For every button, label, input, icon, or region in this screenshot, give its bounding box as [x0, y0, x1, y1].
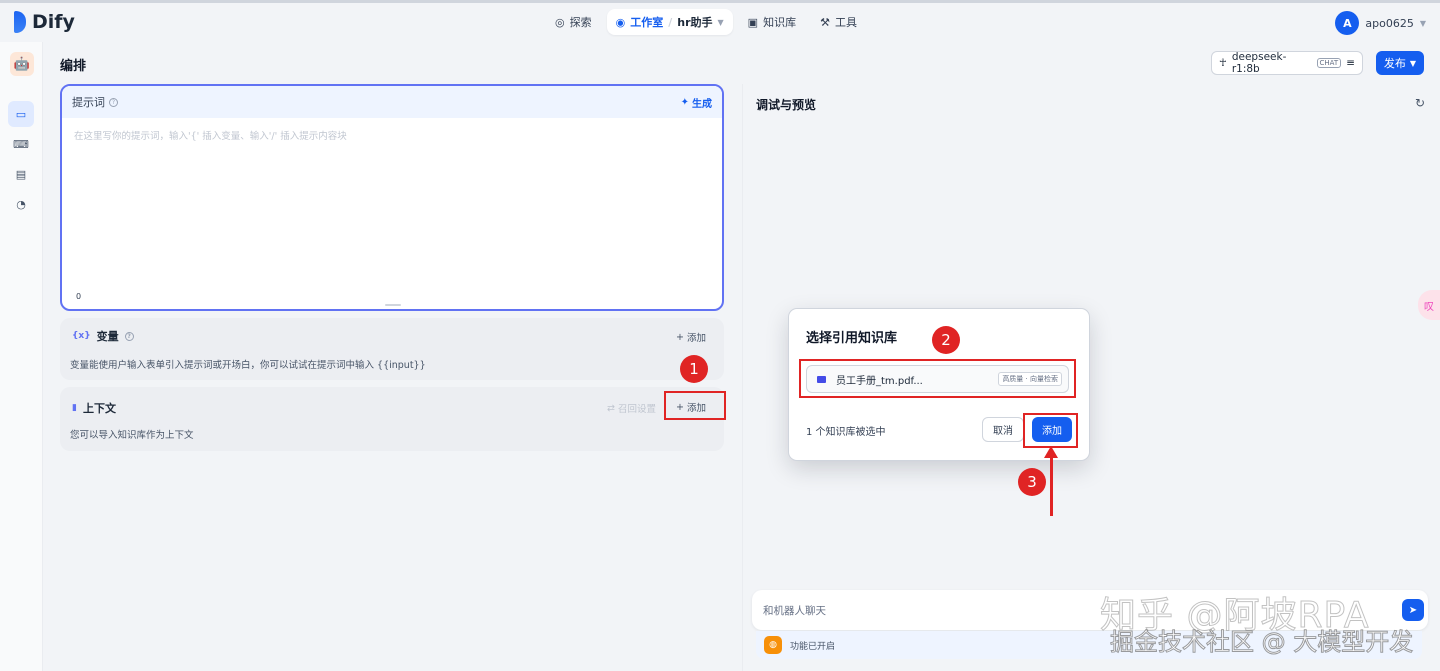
prompt-placeholder[interactable]: 在这里写你的提示词，输入'{' 插入变量、输入'/' 插入提示内容块 — [74, 128, 347, 142]
compass-icon: ◎ — [555, 15, 565, 29]
page-title: 编排 — [60, 59, 87, 74]
recall-settings-label: 召回设置 — [617, 404, 656, 415]
context-description: 您可以导入知识库作为上下文 — [70, 430, 194, 441]
cancel-button[interactable]: 取消 — [982, 417, 1024, 442]
user-name: apo0625 — [1365, 16, 1414, 30]
recall-settings-button[interactable]: ⇄ 召回设置 — [607, 401, 656, 416]
api-terminal-icon[interactable]: ⌨ — [8, 131, 34, 157]
annotation-arrow — [1050, 452, 1053, 516]
context-section: ▮ 上下文 ⇄ 召回设置 + 添加 您可以导入知识库作为上下文 — [60, 387, 724, 451]
annotation-box-3 — [1023, 413, 1078, 448]
main-nav: ◎ 探索 ◉ 工作室 / hr助手 ▼ ▣ 知识库 ⚒ 工具 — [546, 9, 866, 35]
logo-text: Dify — [32, 11, 75, 33]
top-bar: Dify ◎ 探索 ◉ 工作室 / hr助手 ▼ ▣ 知识库 ⚒ 工具 A ap… — [0, 0, 1440, 42]
nav-tools-label: 工具 — [834, 16, 857, 29]
variables-section: {x} 变量 ? + 添加 变量能使用户输入表单引入提示词或开场白，你可以试试在… — [60, 318, 724, 380]
nav-knowledge[interactable]: ▣ 知识库 — [739, 9, 805, 35]
publish-button[interactable]: 发布 ▼ — [1376, 51, 1424, 75]
variables-description: 变量能使用户输入表单引入提示词或开场白，你可以试试在提示词中输入 {{input… — [70, 360, 426, 371]
prompt-header: 提示词 ? ✦ 生成 — [62, 86, 722, 118]
monitor-icon[interactable]: ◔ — [8, 191, 34, 217]
prompt-label-text: 提示词 — [72, 96, 105, 109]
model-name: deepseek-r1:8b — [1231, 51, 1287, 75]
nav-tools[interactable]: ⚒ 工具 — [811, 9, 866, 35]
chevron-down-icon[interactable]: ▼ — [1420, 19, 1426, 28]
prompt-label: 提示词 ? — [72, 94, 118, 110]
annotation-box-2 — [799, 359, 1076, 398]
variables-title: 变量 — [96, 330, 119, 343]
resize-handle[interactable] — [385, 304, 401, 306]
chevron-down-icon: ▼ — [1409, 58, 1417, 68]
watermark-juejin: 掘金技术社区 @ 大模型开发 — [1109, 628, 1414, 657]
refresh-icon[interactable]: ↻ — [1415, 96, 1425, 110]
preview-title: 调试与预览 — [756, 98, 817, 112]
prompt-char-count: 0 — [76, 292, 82, 301]
context-header: ▮ 上下文 — [72, 400, 116, 416]
document-icon: ▮ — [72, 403, 77, 413]
nav-knowledge-label: 知识库 — [763, 16, 797, 29]
generate-label: 生成 — [692, 98, 712, 110]
prompt-editor[interactable]: 提示词 ? ✦ 生成 在这里写你的提示词，输入'{' 插入变量、输入'/' 插入… — [60, 84, 724, 311]
help-icon[interactable]: ? — [109, 97, 118, 107]
variables-add-button[interactable]: + 添加 — [676, 330, 706, 345]
nav-explore[interactable]: ◎ 探索 — [546, 9, 601, 35]
publish-label: 发布 — [1383, 57, 1406, 70]
app-robot-icon[interactable]: 🤖 — [10, 52, 34, 76]
model-icon: ☥ — [1219, 57, 1227, 69]
send-icon[interactable]: ➤ — [1402, 599, 1424, 621]
annotation-box-1 — [664, 391, 726, 420]
variables-header: {x} 变量 ? — [72, 328, 134, 344]
annotation-badge-2: 2 — [932, 326, 960, 354]
model-selector-button[interactable]: ☥ deepseek-r1:8b CHAT ≡ — [1211, 51, 1363, 75]
model-mode-badge: CHAT — [1316, 58, 1342, 68]
dify-logo-mark — [14, 11, 26, 33]
annotation-badge-1: 1 — [680, 355, 708, 383]
current-app-name[interactable]: hr助手 — [677, 14, 712, 30]
context-title: 上下文 — [82, 402, 116, 415]
sparkle-icon: ✦ — [680, 96, 689, 108]
left-rail: 🤖 ▭ ⌨ ▤ ◔ — [0, 42, 43, 671]
plus-icon: + — [676, 331, 684, 343]
floating-side-icon[interactable]: 叹 — [1418, 290, 1440, 320]
settings-sliders-icon: ≡ — [1346, 57, 1355, 69]
feature-icon: ◍ — [764, 636, 782, 654]
variables-add-label: 添加 — [686, 333, 706, 344]
nav-explore-label: 探索 — [569, 16, 592, 29]
nav-studio-label: 工作室 — [630, 16, 664, 29]
logs-icon[interactable]: ▤ — [8, 161, 34, 187]
user-menu[interactable]: A apo0625 ▼ — [1335, 11, 1426, 35]
nav-separator: / — [668, 15, 673, 29]
nav-studio[interactable]: ◉ 工作室 / hr助手 ▼ — [606, 9, 733, 35]
dialog-title: 选择引用知识库 — [806, 331, 898, 346]
features-label: 功能已开启 — [790, 641, 836, 652]
variable-icon: {x} — [72, 331, 91, 341]
dify-logo[interactable]: Dify — [14, 11, 75, 33]
annotation-badge-3: 3 — [1018, 468, 1046, 496]
generate-button[interactable]: ✦ 生成 — [681, 95, 712, 110]
chat-placeholder: 和机器人聊天 — [763, 605, 826, 617]
avatar[interactable]: A — [1335, 11, 1360, 35]
robot-icon: ◉ — [615, 15, 626, 29]
hammer-icon: ⚒ — [820, 15, 830, 29]
chevron-down-icon[interactable]: ▼ — [718, 18, 724, 27]
book-icon: ▣ — [747, 15, 759, 29]
swap-icon: ⇄ — [607, 402, 615, 414]
selected-count: 1 个知识库被选中 — [806, 427, 886, 438]
orchestrate-icon[interactable]: ▭ — [8, 101, 34, 127]
help-icon[interactable]: ? — [124, 331, 134, 341]
